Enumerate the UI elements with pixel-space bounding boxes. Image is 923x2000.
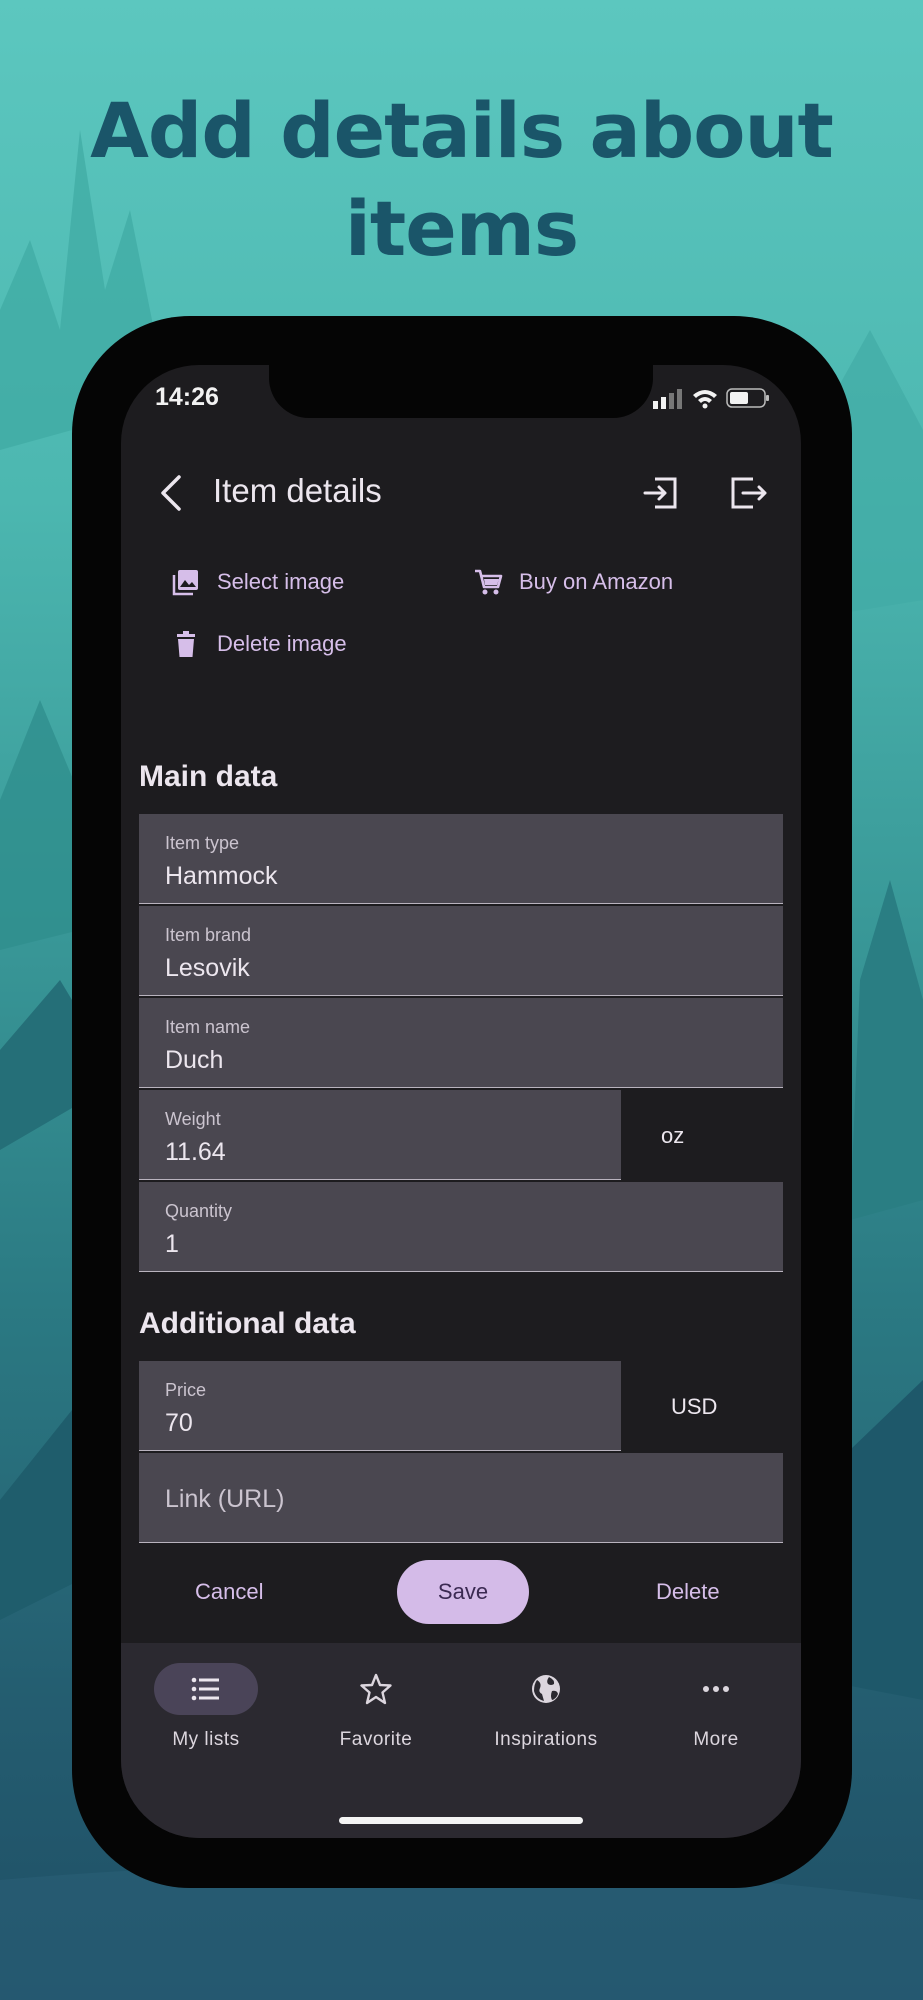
nav-more[interactable]: More (631, 1663, 801, 1751)
nav-favorite[interactable]: Favorite (291, 1663, 461, 1751)
nav-inspirations[interactable]: Inspirations (461, 1663, 631, 1751)
headline: Add details about items (90, 86, 834, 273)
delete-image-label: Delete image (217, 631, 347, 656)
delete-button[interactable]: Delete (656, 1579, 720, 1605)
notch (269, 365, 653, 418)
nav-favorite-label: Favorite (339, 1729, 413, 1750)
status-time: 14:26 (155, 383, 219, 411)
list-icon (191, 1677, 219, 1701)
back-arrow-icon[interactable] (155, 473, 189, 513)
weight-value: 11.64 (165, 1138, 226, 1166)
item-name-field[interactable]: Item name Duch (139, 998, 783, 1088)
item-name-value: Duch (165, 1046, 224, 1074)
link-url-field[interactable]: Link (URL) (139, 1453, 783, 1543)
save-button[interactable]: Save (397, 1560, 529, 1624)
item-type-value: Hammock (165, 862, 278, 890)
item-brand-label: Item brand (165, 925, 252, 945)
item-name-label: Item name (165, 1017, 251, 1037)
trash-icon (177, 631, 195, 657)
item-brand-value: Lesovik (165, 954, 250, 982)
bottom-navigation: My lists Favorite Inspirations More (121, 1643, 801, 1838)
price-value: 70 (165, 1409, 193, 1437)
quantity-label: Quantity (165, 1201, 233, 1221)
buy-on-amazon-button[interactable]: Buy on Amazon (473, 567, 673, 597)
globe-icon (532, 1675, 560, 1703)
more-icon (703, 1686, 729, 1692)
delete-image-button[interactable]: Delete image (171, 629, 347, 659)
price-field[interactable]: Price 70 (139, 1361, 621, 1451)
item-type-field[interactable]: Item type Hammock (139, 814, 783, 904)
buy-on-amazon-label: Buy on Amazon (519, 569, 674, 594)
phone-screen: 14:26 Item details Select image Buy on A… (121, 365, 801, 1838)
quantity-field[interactable]: Quantity 1 (139, 1182, 783, 1272)
page-title: Item details (213, 472, 382, 509)
nav-inspirations-label: Inspirations (494, 1729, 598, 1750)
cancel-button[interactable]: Cancel (195, 1579, 263, 1605)
additional-data-heading: Additional data (139, 1307, 356, 1340)
select-image-button[interactable]: Select image (171, 567, 344, 597)
item-type-label: Item type (165, 833, 240, 853)
image-icon (172, 570, 198, 596)
weight-field[interactable]: Weight 11.64 (139, 1090, 621, 1180)
nav-more-label: More (693, 1729, 739, 1750)
nav-my-lists-label: My lists (172, 1729, 240, 1750)
quantity-value: 1 (165, 1230, 179, 1258)
link-url-placeholder: Link (URL) (165, 1485, 285, 1513)
currency-selector[interactable]: USD (671, 1394, 717, 1420)
import-icon[interactable] (643, 475, 679, 511)
star-icon (360, 1673, 392, 1705)
cart-icon (475, 569, 503, 595)
main-data-heading: Main data (139, 760, 278, 793)
item-brand-field[interactable]: Item brand Lesovik (139, 906, 783, 996)
select-image-label: Select image (217, 569, 345, 594)
weight-label: Weight (165, 1109, 221, 1129)
export-icon[interactable] (729, 475, 769, 511)
price-label: Price (165, 1380, 207, 1400)
nav-my-lists[interactable]: My lists (121, 1663, 291, 1751)
weight-unit-selector[interactable]: oz (661, 1123, 684, 1149)
status-icons (653, 388, 769, 409)
home-indicator[interactable] (339, 1817, 583, 1824)
